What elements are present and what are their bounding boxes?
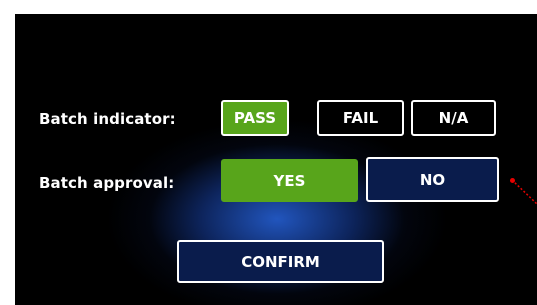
pass-button[interactable]: PASS xyxy=(221,100,289,136)
fail-button[interactable]: FAIL xyxy=(317,100,404,136)
na-button[interactable]: N/A xyxy=(411,100,496,136)
batch-approval-label: Batch approval: xyxy=(39,174,175,192)
batch-indicator-label: Batch indicator: xyxy=(39,110,176,128)
pointer-line xyxy=(511,179,537,205)
touch-screen: Batch indicator: PASS FAIL N/A Batch app… xyxy=(15,14,537,305)
confirm-button[interactable]: CONFIRM xyxy=(177,240,384,283)
no-button[interactable]: NO xyxy=(366,157,499,202)
yes-button[interactable]: YES xyxy=(221,159,358,202)
